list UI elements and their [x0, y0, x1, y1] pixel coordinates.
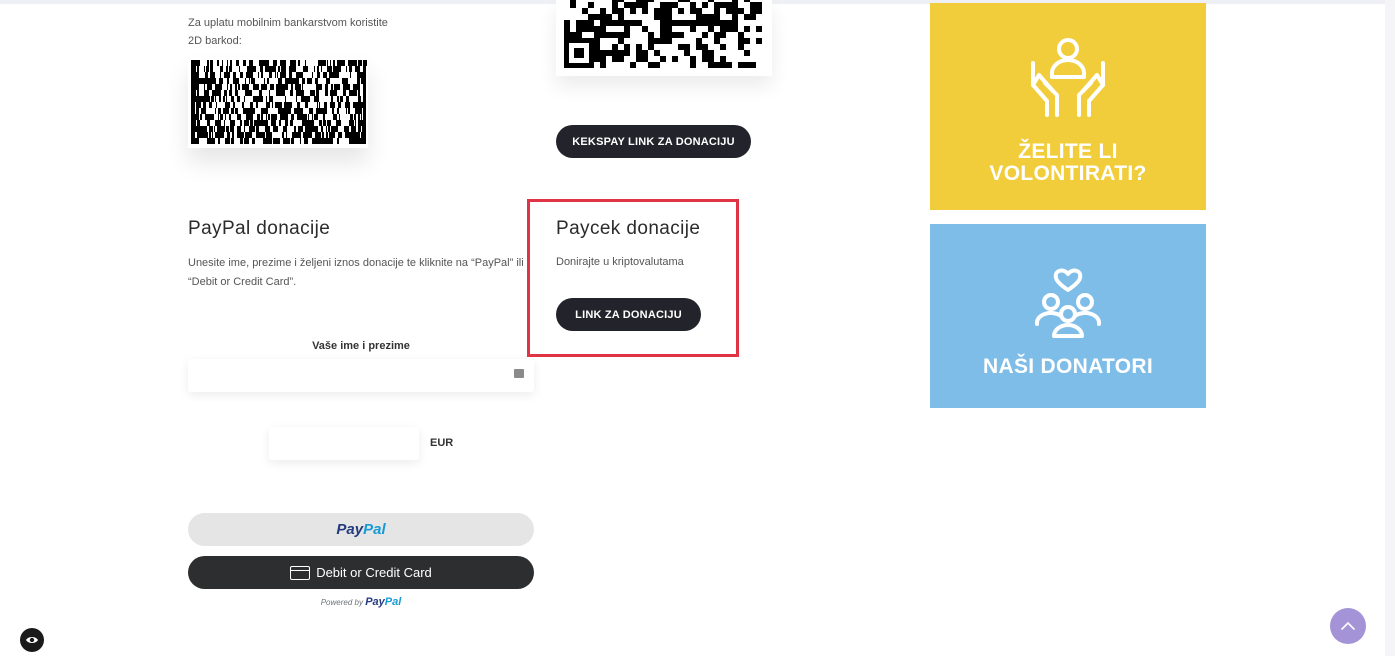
amount-input[interactable]	[269, 427, 419, 460]
chevron-up-icon	[1341, 621, 1355, 630]
people-heart-icon	[1034, 268, 1102, 338]
paycek-donation-button[interactable]: LINK ZA DONACIJU	[556, 298, 701, 331]
donors-tile-label: NAŠI DONATORI	[983, 355, 1153, 378]
volunteer-tile[interactable]: ŽELITE LI VOLONTIRATI?	[930, 3, 1206, 210]
mobile-banking-text: Za uplatu mobilnim bankarstvom koristite…	[188, 17, 388, 47]
accessibility-button[interactable]	[20, 628, 44, 652]
card-button-label: Debit or Credit Card	[316, 565, 432, 580]
kekspay-donation-button[interactable]: KEKSPAY LINK ZA DONACIJU	[556, 125, 751, 158]
name-field-label: Vaše ime i prezime	[312, 340, 410, 352]
credit-card-icon	[290, 565, 311, 580]
paypal-button[interactable]: PayPal	[188, 513, 534, 546]
barcode-image	[191, 60, 367, 144]
eye-icon	[26, 637, 38, 643]
qr-code-image	[564, 0, 762, 68]
powered-by-paypal: Powered by PayPal	[320, 596, 402, 608]
paypal-wordmark: PayPal	[365, 596, 402, 608]
paypal-section-title: PayPal donacije	[188, 218, 331, 239]
paypal-logo: PayPal	[336, 521, 386, 538]
currency-label: EUR	[430, 437, 454, 449]
paypal-section-description: Unesite ime, prezime i željeni iznos don…	[188, 257, 524, 288]
qr-code-card	[556, 0, 772, 76]
paycek-section-title: Paycek donacije	[556, 218, 701, 239]
name-input[interactable]	[188, 359, 534, 392]
volunteer-tile-label: ŽELITE LI VOLONTIRATI?	[989, 140, 1147, 185]
donors-tile[interactable]: NAŠI DONATORI	[930, 224, 1206, 408]
scrollbar-track[interactable]	[1385, 0, 1395, 656]
hands-person-icon	[1031, 38, 1105, 117]
pdf417-barcode	[188, 58, 368, 148]
debit-credit-card-button[interactable]: Debit or Credit Card	[188, 556, 534, 589]
autofill-card-icon[interactable]	[514, 369, 524, 378]
scroll-to-top-button[interactable]	[1330, 608, 1366, 644]
paycek-section-description: Donirajte u kriptovalutama	[556, 256, 684, 268]
